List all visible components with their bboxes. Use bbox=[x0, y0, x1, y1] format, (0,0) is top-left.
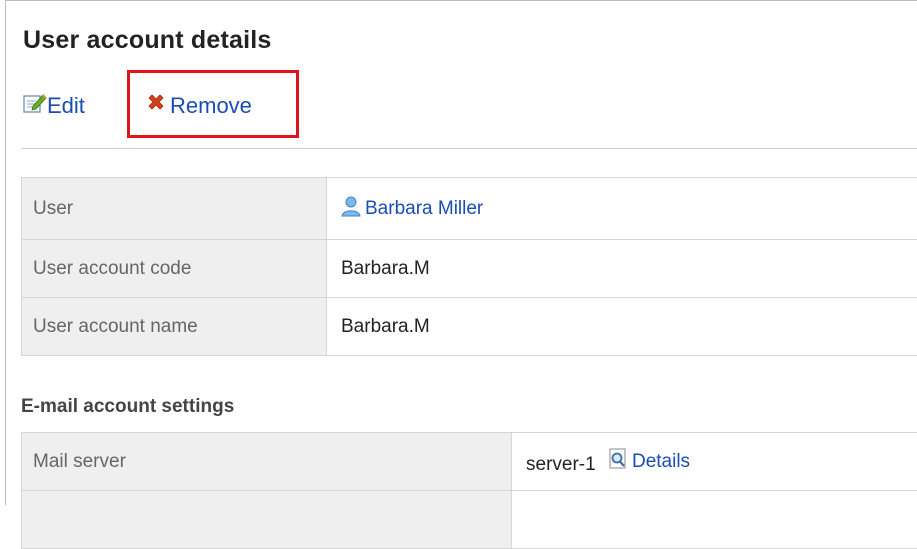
row-label: Mail server bbox=[22, 433, 512, 491]
row-value: Barbara.M bbox=[327, 298, 917, 356]
row-label bbox=[22, 491, 512, 549]
edit-link[interactable]: Edit bbox=[23, 86, 85, 126]
account-details-table: User Barbara Miller User account code Ba… bbox=[21, 177, 917, 356]
row-value: Barbara.M bbox=[327, 240, 917, 298]
row-value: Barbara Miller bbox=[327, 178, 917, 240]
separator-line bbox=[21, 148, 917, 149]
page-title: User account details bbox=[23, 26, 272, 55]
edit-label: Edit bbox=[47, 93, 85, 119]
row-label: User account name bbox=[22, 298, 327, 356]
details-label: Details bbox=[632, 451, 690, 473]
magnifier-icon bbox=[609, 448, 629, 476]
row-label: User account code bbox=[22, 240, 327, 298]
row-label: User bbox=[22, 178, 327, 240]
edit-icon bbox=[23, 92, 47, 120]
details-link[interactable]: Details bbox=[609, 448, 690, 476]
table-row bbox=[22, 491, 917, 549]
email-settings-heading: E-mail account settings bbox=[21, 396, 234, 418]
row-value bbox=[512, 491, 917, 549]
user-name: Barbara Miller bbox=[365, 198, 483, 220]
user-icon bbox=[341, 195, 361, 223]
row-value: server-1 Details bbox=[512, 433, 917, 491]
table-row: User Barbara Miller bbox=[22, 178, 917, 240]
table-row: User account name Barbara.M bbox=[22, 298, 917, 356]
remove-highlight-box bbox=[127, 70, 299, 138]
user-link[interactable]: Barbara Miller bbox=[341, 195, 483, 223]
table-row: User account code Barbara.M bbox=[22, 240, 917, 298]
mail-server-value: server-1 bbox=[526, 454, 596, 475]
table-row: Mail server server-1 Details bbox=[22, 433, 917, 491]
email-settings-table: Mail server server-1 Details bbox=[21, 432, 917, 549]
